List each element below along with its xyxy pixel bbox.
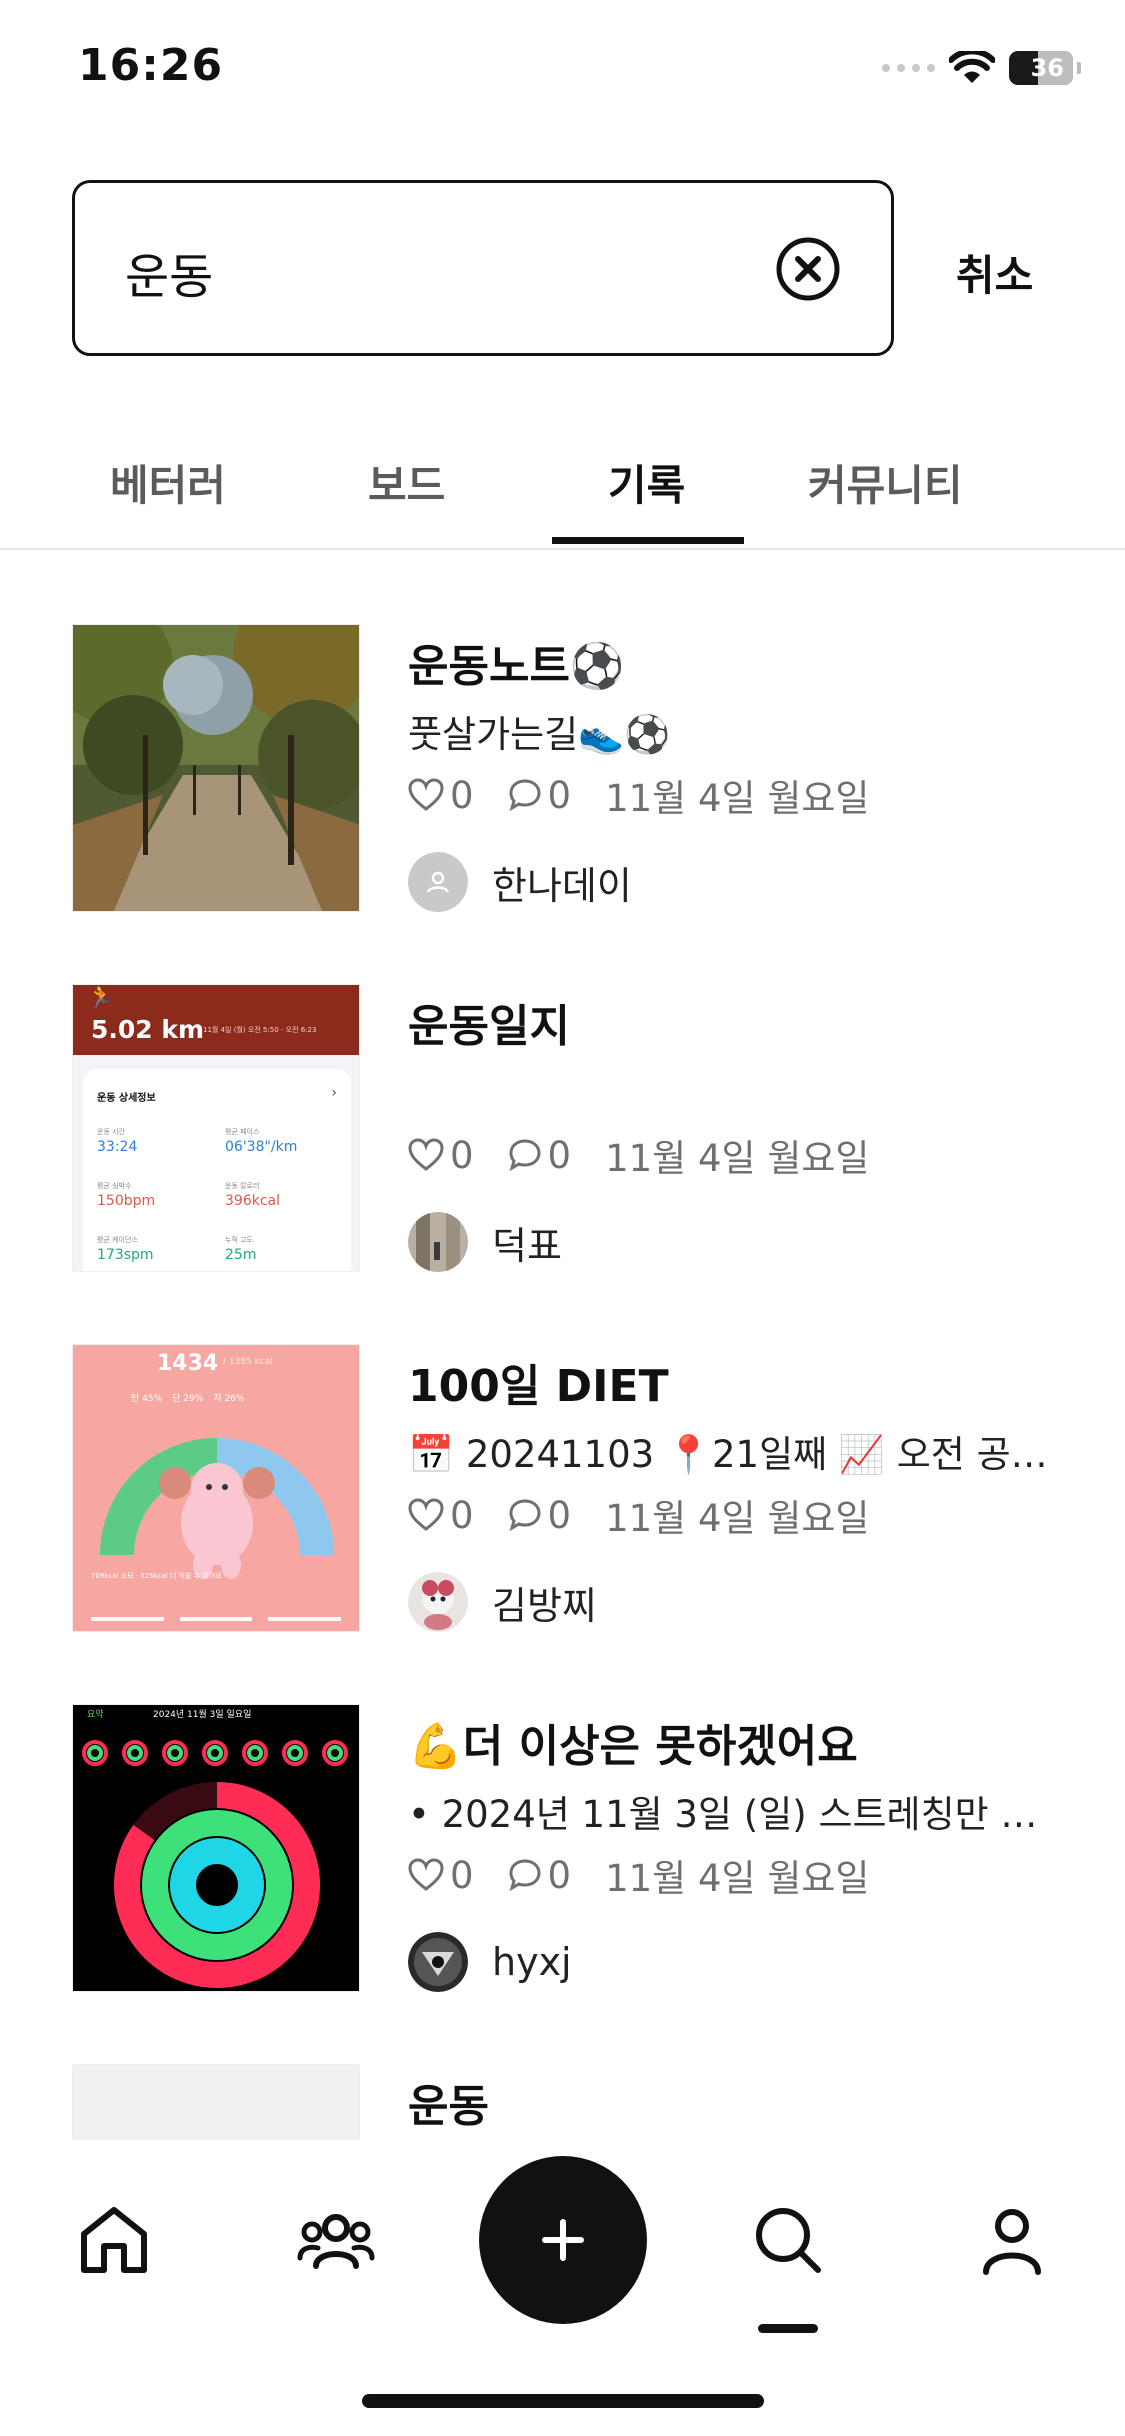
add-button[interactable] [479,2156,647,2324]
author[interactable]: 김방찌 [408,1572,597,1632]
activity-back: 요약 [87,1710,104,1720]
diet-macro: 단 29% [172,1394,204,1404]
diet-footer: 709kcal 소모 · 525kcal 더 먹을 수 있어요 [91,1572,222,1580]
comment-icon[interactable] [508,778,542,812]
author[interactable]: hyxj [408,1932,572,1992]
author-name: hyxj [492,1940,572,1984]
comment-icon[interactable] [508,1138,542,1172]
comment-count: 0 [547,1493,572,1537]
diet-kcal: 1434 [157,1351,219,1376]
author[interactable]: 한나데이 [408,852,632,912]
diet-macro: 탄 45% [131,1394,163,1404]
thumbnail-image: 🏃 5.02 km 11월 4일 (월) 오전 5:50 - 오전 6:23 운… [72,984,360,1272]
avatar [408,1932,468,1992]
thumbnail-image: 1434 / 1385 kcal 탄 45% 단 29% 지 26% 709kc… [72,1344,360,1632]
record-date: 11월 4일 월요일 [605,1857,870,1900]
home-icon[interactable] [74,2200,154,2280]
author-name: 덕표 [492,1223,562,1268]
record-title: 100일 DIET [408,1361,669,1412]
active-nav-indicator [758,2324,818,2333]
search-tabs: 베터러 보드 기록 커뮤니티 [0,410,1125,550]
comment-icon[interactable] [508,1498,542,1532]
author-name: 김방찌 [492,1583,597,1628]
run-card-title: 운동 상세정보 [97,1093,156,1104]
tab-community[interactable]: 커뮤니티 [808,452,963,513]
search-icon[interactable] [748,2200,828,2280]
record-meta: 0 0 11월 4일 월요일 [408,1128,869,1182]
battery-level: 36 [1030,54,1064,82]
avatar [408,1572,468,1632]
diet-kcal-goal: / 1385 kcal [223,1357,273,1367]
comment-count: 0 [547,1853,572,1897]
author-name: 한나데이 [492,863,632,908]
add-icon [542,2219,584,2261]
record-date: 11월 4일 월요일 [605,1497,870,1540]
run-distance: 5.02 km [91,1015,205,1044]
thumbnail-image: 요약 2024년 11월 3일 일요일 [72,1704,360,1992]
cancel-button[interactable]: 취소 [956,242,1033,303]
run-time-range: 11월 4일 (월) 오전 5:50 - 오전 6:23 [203,1026,317,1034]
list-item[interactable]: 1434 / 1385 kcal 탄 45% 단 29% 지 26% 709kc… [0,1344,1125,1664]
like-count: 0 [450,773,474,817]
record-title: 운동일지 [408,1001,570,1052]
like-count: 0 [450,1133,474,1177]
record-title: 운동 [408,2081,489,2132]
heart-icon[interactable] [408,778,444,812]
comment-count: 0 [547,1133,572,1177]
record-subtitle: 📅 20241103 📍21일째 📈 오전 공복 - 어제... [408,1433,1053,1476]
status-time: 16:26 [78,40,224,91]
heart-icon[interactable] [408,1138,444,1172]
signal-dots-icon [882,64,935,72]
avatar [408,852,468,912]
status-icons: 36 [882,46,1081,90]
wifi-icon [949,51,995,83]
record-subtitle: • 2024년 11월 3일 (일) 스트레칭만 간단하게... [408,1793,1053,1836]
friends-icon[interactable] [296,2200,376,2280]
record-meta: 0 0 11월 4일 월요일 [408,768,869,822]
profile-icon[interactable] [972,2200,1052,2280]
heart-icon[interactable] [408,1858,444,1892]
author[interactable]: 덕표 [408,1212,562,1272]
record-title: 운동노트⚽ [408,641,625,692]
tab-records[interactable]: 기록 [608,452,685,513]
record-meta: 0 0 11월 4일 월요일 [408,1488,869,1542]
record-subtitle: 풋살가는길👟⚽ [408,713,671,756]
tab-betterer[interactable]: 베터러 [110,452,226,513]
bottom-navigation [0,2140,1125,2436]
list-item[interactable]: 요약 2024년 11월 3일 일요일 💪더 이상은 못하겠어요 • 2024년… [0,1704,1125,2024]
record-date: 11월 4일 월요일 [605,1137,870,1180]
record-date: 11월 4일 월요일 [605,777,870,820]
record-meta: 0 0 11월 4일 월요일 [408,1848,869,1902]
comment-count: 0 [547,773,572,817]
avatar [408,1212,468,1272]
search-input[interactable]: 운동 [72,180,894,356]
like-count: 0 [450,1853,474,1897]
activity-date: 2024년 11월 3일 일요일 [153,1710,252,1720]
thumbnail-image [72,624,360,912]
diet-macro: 지 26% [213,1394,245,1404]
list-item[interactable]: 운동노트⚽ 풋살가는길👟⚽ 0 0 11월 4일 월요일 한나데이 [0,624,1125,944]
battery-icon: 36 [1009,51,1073,85]
like-count: 0 [450,1493,474,1537]
clear-search-icon[interactable] [775,236,841,302]
search-query[interactable]: 운동 [125,237,213,307]
active-tab-indicator [552,537,744,544]
home-indicator [362,2394,764,2408]
heart-icon[interactable] [408,1498,444,1532]
tab-board[interactable]: 보드 [368,452,445,513]
record-title: 💪더 이상은 못하겠어요 [408,1721,858,1772]
list-item[interactable]: 🏃 5.02 km 11월 4일 (월) 오전 5:50 - 오전 6:23 운… [0,984,1125,1304]
comment-icon[interactable] [508,1858,542,1892]
